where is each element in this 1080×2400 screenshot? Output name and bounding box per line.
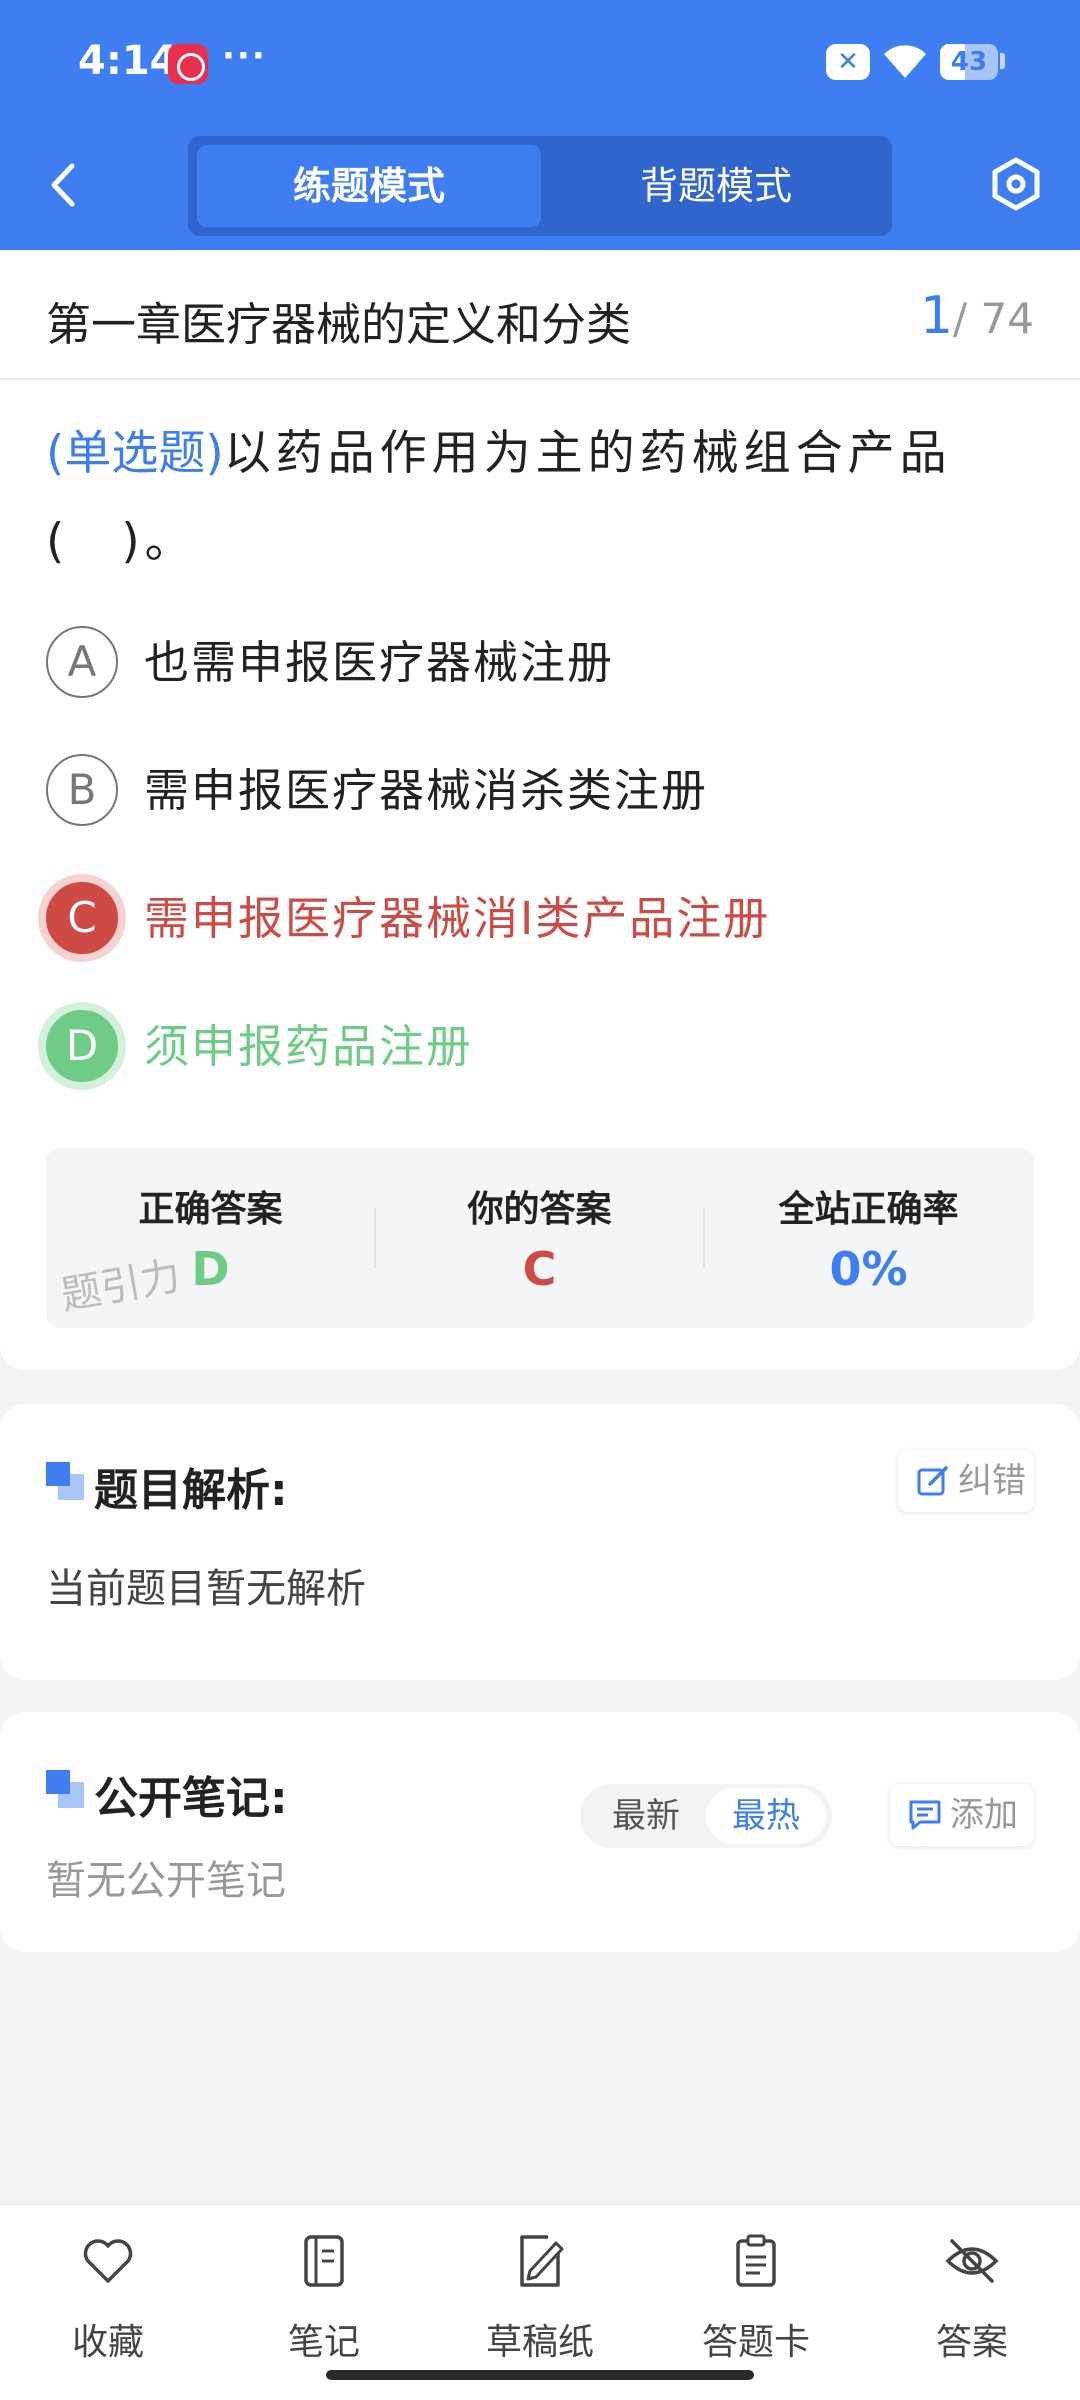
home-indicator[interactable] (326, 2370, 754, 2380)
your-answer-value: C (522, 1242, 557, 1296)
notes-body: 暂无公开笔记 (46, 1858, 286, 1904)
option-letter: B (46, 754, 118, 826)
signal-off-icon: ✕ (826, 44, 870, 80)
draft-paper-icon (520, 2235, 564, 2287)
nav-draft-paper-label: 草稿纸 (485, 2322, 594, 2363)
correct-answer-label: 正确答案 (138, 1189, 283, 1230)
status-bar: 4:14 ··· ✕ 43 (0, 0, 1080, 125)
battery-level: 43 (950, 47, 988, 77)
option-b[interactable]: B 需申报医疗器械消杀类注册 (46, 754, 1036, 828)
option-letter: A (46, 626, 118, 698)
site-accuracy-label: 全站正确率 (778, 1189, 959, 1230)
sort-latest[interactable]: 最新 (586, 1784, 706, 1848)
counter-total: / 74 (953, 294, 1034, 343)
nav-notes[interactable]: 笔记 (234, 2225, 414, 2375)
tab-practice-mode[interactable]: 练题模式 (197, 145, 541, 227)
wifi-icon (884, 45, 926, 78)
nav-draft-paper[interactable]: 草稿纸 (450, 2225, 630, 2375)
your-answer-label: 你的答案 (467, 1189, 612, 1230)
add-note-label: 添加 (950, 1795, 1018, 1835)
notes-sort-toggle: 最新 最热 (580, 1784, 832, 1848)
chapter-title: 第一章医疗器械的定义和分类 (46, 298, 632, 351)
section-squares-icon (46, 1462, 84, 1500)
notification-app-icon (168, 44, 208, 84)
nav-favorite[interactable]: 收藏 (18, 2225, 198, 2375)
site-accuracy: 全站正确率 0% (704, 1148, 1033, 1328)
add-note-button[interactable]: 添加 (890, 1784, 1034, 1846)
analysis-title: 题目解析: (94, 1465, 288, 1516)
analysis-card: 题目解析: 纠错 当前题目暂无解析 (0, 1404, 1080, 1680)
sort-hottest[interactable]: 最热 (706, 1788, 826, 1844)
battery-nub (1000, 53, 1005, 69)
your-answer: 你的答案 C (375, 1148, 704, 1328)
back-chevron-icon[interactable] (40, 158, 90, 212)
comment-icon (909, 1800, 941, 1830)
option-letter: C (46, 882, 118, 954)
app-header: 4:14 ··· ✕ 43 练题模式 背题模式 (0, 0, 1080, 250)
nav-notes-label: 笔记 (287, 2322, 360, 2363)
site-accuracy-value: 0% (829, 1242, 908, 1296)
answer-sheet-icon (736, 2234, 776, 2287)
nav-answer-sheet-label: 答题卡 (701, 2322, 810, 2363)
report-error-button[interactable]: 纠错 (898, 1450, 1034, 1512)
mode-switcher: 练题模式 背题模式 (188, 136, 892, 236)
nav-show-answer[interactable]: 答案 (882, 2225, 1062, 2375)
notes-title: 公开笔记: (94, 1773, 288, 1824)
report-error-label: 纠错 (958, 1461, 1026, 1501)
nav-favorite-label: 收藏 (71, 2322, 144, 2363)
eye-off-icon (945, 2239, 999, 2283)
option-text: 须申报药品注册 (144, 1020, 474, 1073)
battery-icon: 43 (940, 44, 998, 80)
divider (0, 378, 1080, 380)
edit-icon (917, 1466, 948, 1496)
settings-icon[interactable] (990, 156, 1042, 212)
nav-answer-sheet[interactable]: 答题卡 (666, 2225, 846, 2375)
tab-memorize-mode[interactable]: 背题模式 (546, 145, 886, 227)
nav-show-answer-label: 答案 (935, 2322, 1008, 2363)
answer-summary: 正确答案 D 你的答案 C 全站正确率 0% 题引力 (46, 1148, 1034, 1328)
question-counter: 1/ 74 (920, 286, 1034, 346)
option-c-wrong[interactable]: C 需申报医疗器械消Ⅰ类产品注册 (46, 882, 1036, 956)
option-letter: D (46, 1010, 118, 1082)
question-card: 第一章医疗器械的定义和分类 1/ 74 (单选题)以药品作用为主的药械组合产品(… (0, 250, 1080, 1370)
question-stem: (单选题)以药品作用为主的药械组合产品( )。 (46, 410, 1026, 586)
status-time: 4:14 (78, 38, 178, 84)
option-a[interactable]: A 也需申报医疗器械注册 (46, 626, 1036, 700)
option-text: 需申报医疗器械消杀类注册 (144, 764, 709, 817)
section-squares-icon (46, 1770, 84, 1808)
counter-current: 1 (919, 286, 954, 346)
option-text: 也需申报医疗器械注册 (144, 636, 615, 689)
question-type: (单选题) (46, 426, 224, 481)
option-text: 需申报医疗器械消Ⅰ类产品注册 (144, 892, 771, 945)
more-notifications-icon: ··· (222, 36, 267, 76)
notebook-icon (304, 2235, 344, 2287)
notes-card: 公开笔记: 最新 最热 添加 暂无公开笔记 (0, 1712, 1080, 1952)
analysis-body: 当前题目暂无解析 (46, 1566, 366, 1612)
option-d-correct[interactable]: D 须申报药品注册 (46, 1010, 1036, 1084)
heart-icon (83, 2239, 133, 2283)
